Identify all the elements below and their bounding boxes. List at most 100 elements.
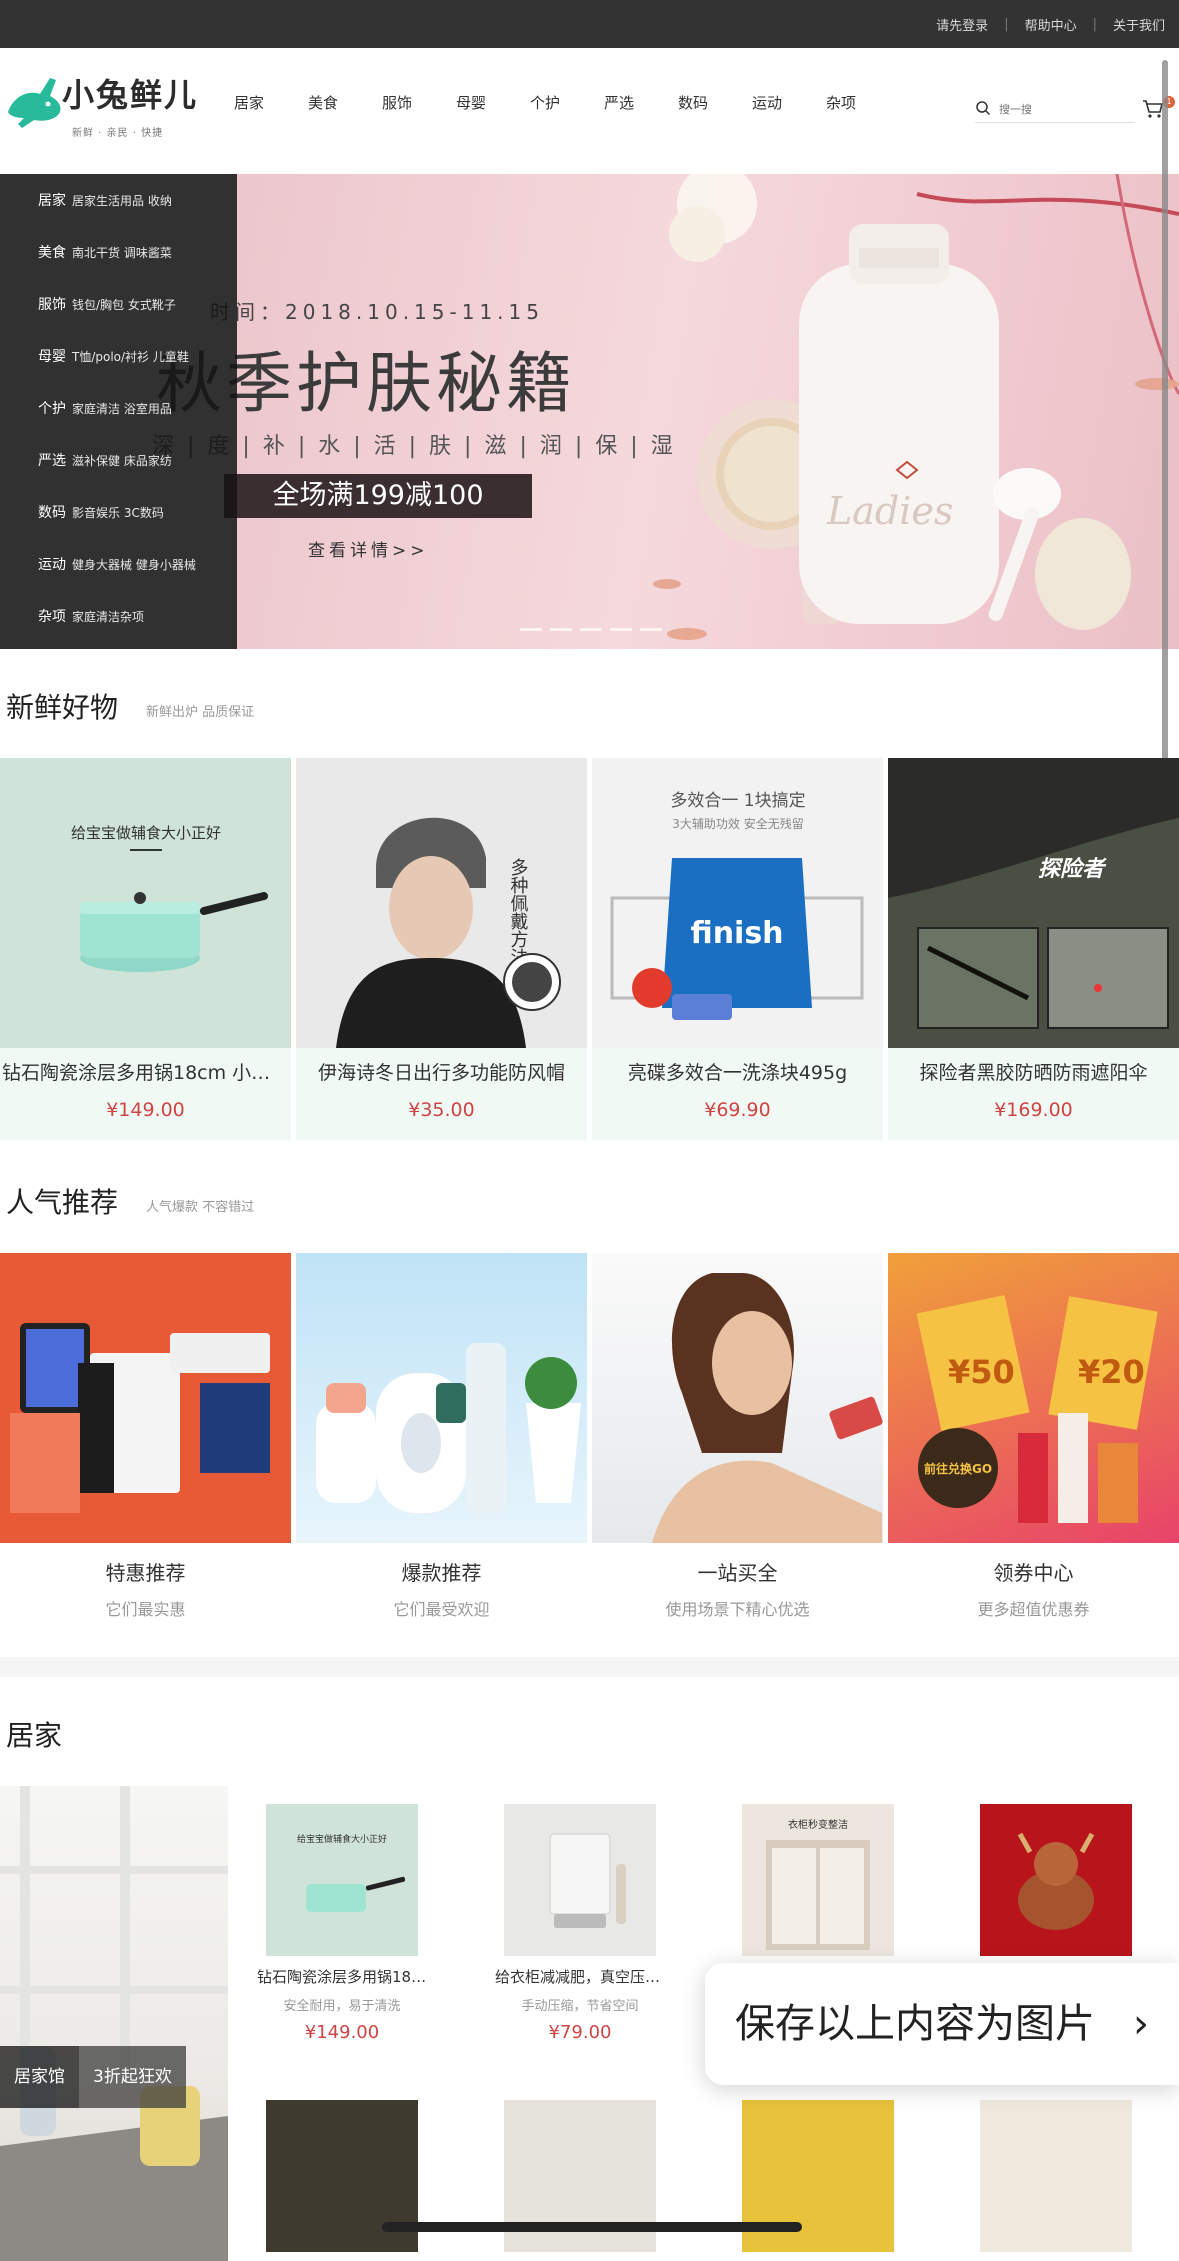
category-sub[interactable]: 家庭清洁杂项	[72, 608, 144, 625]
goods-item[interactable]: 衣柜秒变整洁	[713, 1804, 923, 1966]
product-image[interactable]: 探险者	[888, 758, 1179, 1048]
promo-title[interactable]: 特惠推荐	[0, 1557, 291, 1586]
goods-image[interactable]: 给宝宝做辅食大小正好	[266, 1804, 418, 1956]
product-name[interactable]: 亮碟多效合一洗涤块495g	[592, 1058, 883, 1085]
category-name[interactable]: 杂项	[38, 606, 66, 626]
home-feature-tag[interactable]: 居家馆 3折起狂欢	[0, 2046, 186, 2108]
category-item[interactable]: 服饰 钱包/胸包 女式靴子	[0, 278, 237, 330]
banner-more-link[interactable]: 查看详情>>	[308, 536, 429, 561]
category-item[interactable]: 杂项 家庭清洁杂项	[0, 590, 237, 642]
category-sub[interactable]: T恤/polo/衬衫 儿童鞋	[72, 348, 189, 365]
image-caption: 多种佩戴方法	[508, 858, 529, 966]
banner-dot[interactable]	[550, 628, 572, 631]
goods-item[interactable]: 给宝宝做辅食大小正好 钻石陶瓷涂层多用锅18cm 安全耐用，易于清洗 ¥149.…	[237, 1804, 447, 2043]
category-sub[interactable]: 居家生活用品 收纳	[72, 192, 172, 209]
search-input[interactable]	[997, 102, 1121, 117]
product-card[interactable]: 探险者 探险者黑胶防晒防雨遮阳伞 ¥169.00	[888, 758, 1179, 1140]
help-link[interactable]: 帮助中心	[1025, 15, 1077, 34]
category-sub[interactable]: 滋补保健 床品家纺	[72, 452, 172, 469]
category-item[interactable]: 美食 南北干货 调味酱菜	[0, 226, 237, 278]
nav-item-digital[interactable]: 数码	[656, 92, 730, 113]
goods-image[interactable]	[504, 1804, 656, 1956]
nav-item-sports[interactable]: 运动	[730, 92, 804, 113]
product-name[interactable]: 伊海诗冬日出行多功能防风帽	[296, 1058, 587, 1085]
banner-dot[interactable]	[640, 628, 662, 631]
banner-dot[interactable]	[610, 628, 632, 631]
save-as-image-label[interactable]: 保存以上内容为图片	[735, 1963, 1095, 2085]
category-name[interactable]: 运动	[38, 554, 66, 574]
category-item[interactable]: 居家 居家生活用品 收纳	[0, 174, 237, 226]
category-name[interactable]: 个护	[38, 398, 66, 418]
goods-name[interactable]: 给衣柜减减肥，真空压缩袋	[475, 1966, 685, 1987]
category-sub[interactable]: 影音娱乐 3C数码	[72, 504, 164, 521]
rabbit-logo-icon[interactable]	[4, 72, 66, 132]
goods-item[interactable]	[951, 2100, 1161, 2252]
goods-image[interactable]	[980, 1804, 1132, 1956]
home-section-title: 居家	[6, 1719, 63, 1752]
logo-text[interactable]: 小兔鲜儿	[62, 70, 198, 116]
product-card[interactable]: 多效合一 1块搞定 3大辅助功效 安全无残留 finish 亮碟多效合一洗涤块4…	[592, 758, 883, 1140]
nav-item-baby[interactable]: 母婴	[434, 92, 508, 113]
about-link[interactable]: 关于我们	[1113, 15, 1165, 34]
category-item[interactable]: 母婴 T恤/polo/衬衫 儿童鞋	[0, 330, 237, 382]
category-name[interactable]: 美食	[38, 242, 66, 262]
product-image[interactable]: 多种佩戴方法	[296, 758, 587, 1048]
product-image[interactable]: 给宝宝做辅食大小正好	[0, 758, 291, 1048]
home-tag-hall[interactable]: 居家馆	[0, 2046, 79, 2108]
nav-item-food[interactable]: 美食	[286, 92, 360, 113]
product-card[interactable]: 多种佩戴方法 伊海诗冬日出行多功能防风帽 ¥35.00	[296, 758, 587, 1140]
category-sub[interactable]: 南北干货 调味酱菜	[72, 244, 172, 261]
product-image[interactable]: 多效合一 1块搞定 3大辅助功效 安全无残留 finish	[592, 758, 883, 1048]
promo-title[interactable]: 一站买全	[592, 1557, 883, 1586]
promo-title[interactable]: 领券中心	[888, 1557, 1179, 1586]
product-name[interactable]: 探险者黑胶防晒防雨遮阳伞	[888, 1058, 1179, 1085]
promo-card[interactable]: 特惠推荐 它们最实惠	[0, 1253, 291, 1673]
nav-item-misc[interactable]: 杂项	[804, 92, 878, 113]
goods-image[interactable]	[980, 2100, 1132, 2252]
home-feature-image[interactable]	[0, 1786, 228, 2261]
banner-dot[interactable]	[520, 628, 542, 631]
product-name[interactable]: 钻石陶瓷涂层多用锅18cm 小奶锅	[0, 1058, 291, 1085]
promo-card[interactable]: 爆款推荐 它们最受欢迎	[296, 1253, 587, 1673]
nav-item-select[interactable]: 严选	[582, 92, 656, 113]
search-box[interactable]	[975, 98, 1135, 123]
nav-item-home[interactable]: 居家	[212, 92, 286, 113]
category-name[interactable]: 严选	[38, 450, 66, 470]
category-name[interactable]: 母婴	[38, 346, 66, 366]
promo-image[interactable]	[592, 1253, 883, 1543]
category-name[interactable]: 服饰	[38, 294, 66, 314]
nav-item-care[interactable]: 个护	[508, 92, 582, 113]
goods-name[interactable]: 钻石陶瓷涂层多用锅18cm	[237, 1966, 447, 1987]
category-name[interactable]: 居家	[38, 190, 66, 210]
banner-dot[interactable]	[580, 628, 602, 631]
home-indicator-bar[interactable]	[382, 2222, 802, 2232]
product-card[interactable]: 给宝宝做辅食大小正好 钻石陶瓷涂层多用锅18cm 小奶锅 ¥149.00	[0, 758, 291, 1140]
banner-time: 时间：2018.10.15-11.15	[210, 300, 544, 324]
category-sub[interactable]: 家庭清洁 浴室用品	[72, 400, 172, 417]
search-icon[interactable]	[975, 100, 991, 116]
category-item[interactable]: 个护 家庭清洁 浴室用品	[0, 382, 237, 434]
chevron-right-icon[interactable]: ›	[1133, 1963, 1149, 2085]
promo-image[interactable]: ¥50 ¥20 前往兑换GO	[888, 1253, 1179, 1543]
category-sub[interactable]: 钱包/胸包 女式靴子	[72, 296, 176, 313]
category-item[interactable]: 运动 健身大器械 健身小器械	[0, 538, 237, 590]
category-item[interactable]: 数码 影音娱乐 3C数码	[0, 486, 237, 538]
promo-desc: 它们最实惠	[105, 1600, 186, 1619]
save-as-image-button[interactable]: 保存以上内容为图片 ›	[705, 1963, 1179, 2085]
login-link[interactable]: 请先登录	[936, 15, 988, 34]
promo-title[interactable]: 爆款推荐	[296, 1557, 587, 1586]
category-item[interactable]: 严选 滋补保健 床品家纺	[0, 434, 237, 486]
goods-image[interactable]: 衣柜秒变整洁	[742, 1804, 894, 1956]
promo-card[interactable]: ¥50 ¥20 前往兑换GO 领券中心 更多超值优惠券	[888, 1253, 1179, 1673]
promo-image[interactable]	[296, 1253, 587, 1543]
cart-icon[interactable]	[1142, 98, 1164, 120]
promo-image[interactable]	[0, 1253, 291, 1543]
promo-card[interactable]: 一站买全 使用场景下精心优选	[592, 1253, 883, 1673]
category-sub[interactable]: 健身大器械 健身小器械	[72, 556, 196, 573]
goods-item[interactable]	[951, 1804, 1161, 1966]
category-name[interactable]: 数码	[38, 502, 66, 522]
goods-item[interactable]: 给衣柜减减肥，真空压缩袋 手动压缩，节省空间 ¥79.00	[475, 1804, 685, 2043]
nav-item-apparel[interactable]: 服饰	[360, 92, 434, 113]
home-tag-sale[interactable]: 3折起狂欢	[79, 2046, 186, 2108]
product-price: ¥169.00	[994, 1099, 1073, 1121]
